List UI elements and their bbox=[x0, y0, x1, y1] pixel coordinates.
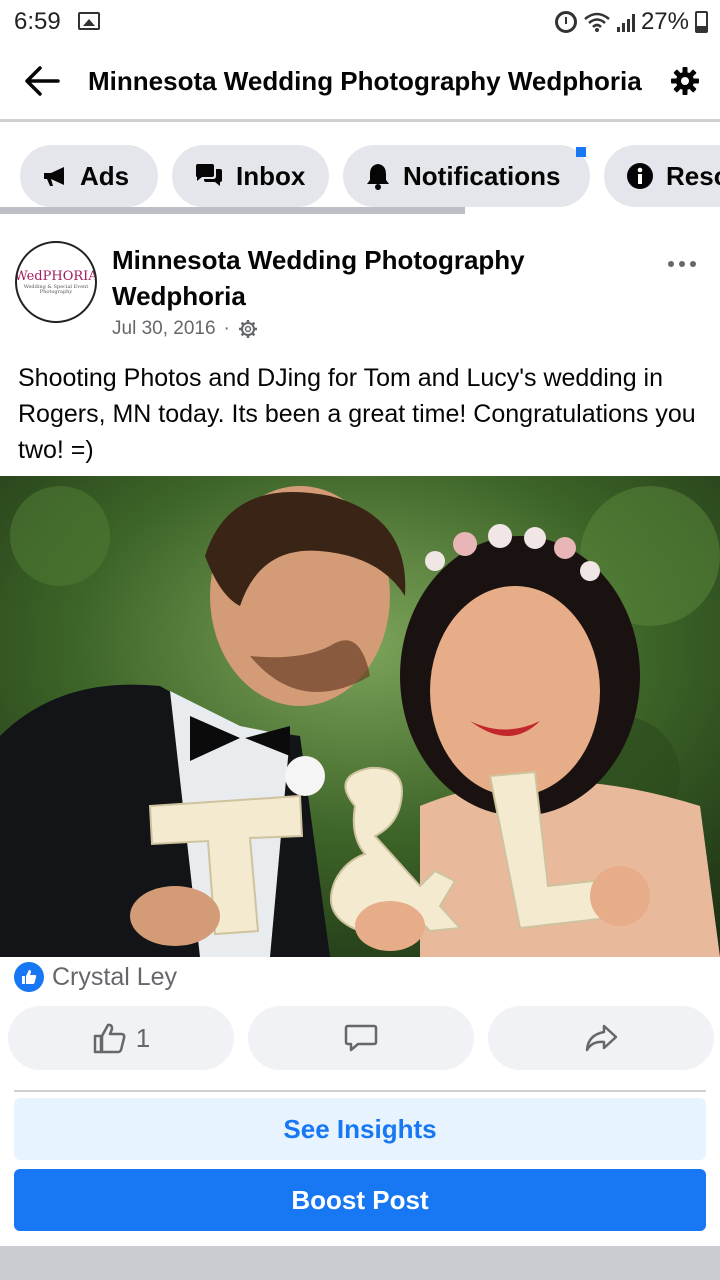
more-dot-icon bbox=[690, 261, 696, 267]
alarm-icon bbox=[554, 11, 577, 33]
like-button[interactable]: 1 bbox=[8, 1006, 234, 1070]
post-date[interactable]: Jul 30, 2016 bbox=[112, 318, 216, 340]
privacy-gear-icon bbox=[238, 320, 257, 338]
unread-dot bbox=[576, 147, 586, 157]
more-dot-icon bbox=[668, 261, 674, 267]
status-time: 6:59 bbox=[14, 8, 61, 35]
post-author[interactable]: Minnesota Wedding Photography Wedphoria bbox=[112, 242, 572, 314]
back-button[interactable] bbox=[22, 64, 62, 98]
settings-button[interactable] bbox=[670, 66, 700, 96]
reactor-name: Crystal Ley bbox=[52, 962, 178, 991]
post-photo[interactable] bbox=[0, 476, 720, 957]
avatar-logo-text: WedPHORIA bbox=[15, 268, 97, 284]
status-right-group: 27% bbox=[554, 7, 708, 37]
like-reaction-icon bbox=[14, 962, 44, 992]
page-header: Minnesota Wedding Photography Wedphoria bbox=[0, 44, 720, 122]
info-icon bbox=[627, 163, 653, 189]
see-insights-button[interactable]: See Insights bbox=[14, 1098, 706, 1160]
wedding-photo-illustration bbox=[0, 476, 720, 957]
more-options-button[interactable] bbox=[662, 254, 702, 274]
chat-bubbles-icon bbox=[196, 164, 222, 186]
arrow-left-icon bbox=[25, 66, 60, 96]
boost-post-button[interactable]: Boost Post bbox=[14, 1169, 706, 1231]
share-icon bbox=[585, 1024, 618, 1052]
author-name-line2: Wedphoria bbox=[112, 281, 246, 311]
gear-icon bbox=[671, 67, 699, 95]
share-button[interactable] bbox=[488, 1006, 714, 1070]
tab-label: Ads bbox=[80, 160, 130, 191]
avatar-logo-subtext: Wedding & Special Event Photography bbox=[23, 283, 89, 295]
meta-separator: · bbox=[223, 318, 230, 339]
page-tabs: Ads Inbox Notifications Resources bbox=[0, 125, 720, 217]
more-dot-icon bbox=[679, 261, 685, 267]
feed-separator bbox=[0, 1246, 720, 1280]
tab-label: Resources bbox=[666, 160, 720, 191]
post-text: Shooting Photos and DJing for Tom and Lu… bbox=[18, 364, 696, 464]
battery-icon bbox=[695, 11, 708, 33]
comment-icon bbox=[344, 1024, 378, 1052]
tabs-scroll-indicator bbox=[0, 207, 465, 214]
tab-inbox[interactable]: Inbox bbox=[172, 145, 329, 207]
status-bar: 6:59 27% bbox=[0, 0, 720, 44]
page-avatar[interactable]: WedPHORIA Wedding & Special Event Photog… bbox=[15, 241, 97, 323]
like-count: 1 bbox=[135, 1022, 151, 1053]
battery-percent: 27% bbox=[640, 8, 689, 35]
author-name-line1: Minnesota Wedding Photography bbox=[112, 245, 525, 275]
post-meta: Jul 30, 2016 · bbox=[112, 318, 258, 340]
tab-notifications[interactable]: Notifications bbox=[343, 145, 590, 207]
page-title: Minnesota Wedding Photography Wedphoria bbox=[88, 66, 642, 96]
tab-resources[interactable]: Resources bbox=[604, 145, 720, 207]
tab-label: Notifications bbox=[403, 160, 561, 191]
bell-icon bbox=[367, 164, 389, 190]
signal-icon bbox=[616, 12, 635, 32]
tab-ads[interactable]: Ads bbox=[20, 145, 158, 207]
tab-label: Inbox bbox=[236, 160, 306, 191]
megaphone-icon bbox=[44, 167, 64, 186]
divider bbox=[14, 1090, 706, 1092]
image-notification-icon bbox=[78, 12, 100, 30]
thumbs-up-icon bbox=[93, 1023, 126, 1054]
avatar-logo: WedPHORIA Wedding & Special Event Photog… bbox=[15, 268, 97, 295]
comment-button[interactable] bbox=[248, 1006, 474, 1070]
wifi-icon bbox=[584, 12, 610, 32]
reaction-summary[interactable]: Crystal Ley bbox=[14, 962, 177, 992]
